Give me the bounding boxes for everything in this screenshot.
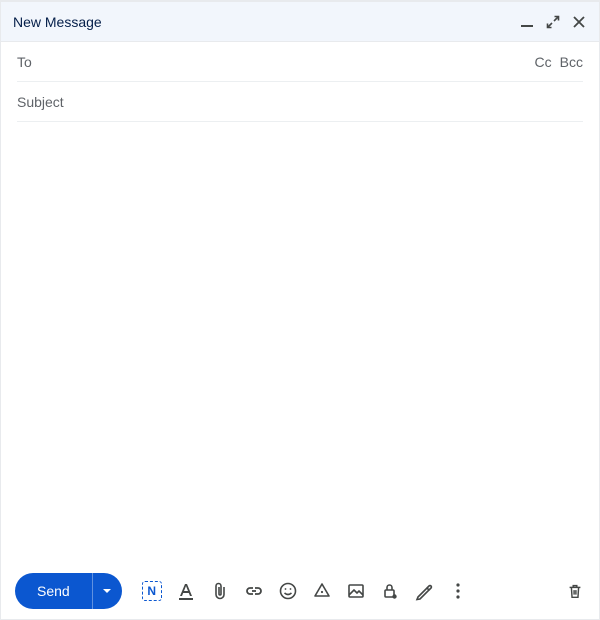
send-button[interactable]: Send (15, 573, 92, 609)
minimize-icon[interactable] (519, 14, 535, 30)
body-input[interactable] (17, 134, 583, 551)
compose-header: New Message (1, 2, 599, 42)
more-options-icon[interactable] (448, 581, 468, 601)
subject-row (17, 82, 583, 122)
close-icon[interactable] (571, 14, 587, 30)
insert-link-icon[interactable] (244, 581, 264, 601)
to-row: Cc Bcc (17, 42, 583, 82)
insert-photo-icon[interactable] (346, 581, 366, 601)
bcc-button[interactable]: Bcc (560, 54, 583, 70)
insert-drive-icon[interactable] (312, 581, 332, 601)
compose-title: New Message (13, 14, 519, 30)
window-controls (519, 14, 587, 30)
fullscreen-icon[interactable] (545, 14, 561, 30)
attach-file-icon[interactable] (210, 581, 230, 601)
discard-draft-icon[interactable] (565, 581, 585, 601)
compose-window: New Message Cc Bcc (0, 0, 600, 620)
header-fields: Cc Bcc (1, 42, 599, 122)
format-icons: N (142, 581, 468, 601)
send-options-button[interactable] (92, 573, 122, 609)
to-input[interactable] (17, 54, 535, 70)
cc-bcc-group: Cc Bcc (535, 54, 583, 70)
cc-button[interactable]: Cc (535, 54, 552, 70)
send-group: Send (15, 573, 122, 609)
compose-toolbar: Send N (1, 563, 599, 619)
confidential-mode-icon[interactable] (380, 581, 400, 601)
body-area (1, 122, 599, 563)
subject-input[interactable] (17, 94, 583, 110)
spellcheck-icon[interactable]: N (142, 581, 162, 601)
insert-emoji-icon[interactable] (278, 581, 298, 601)
format-text-icon[interactable] (176, 581, 196, 601)
insert-signature-icon[interactable] (414, 581, 434, 601)
